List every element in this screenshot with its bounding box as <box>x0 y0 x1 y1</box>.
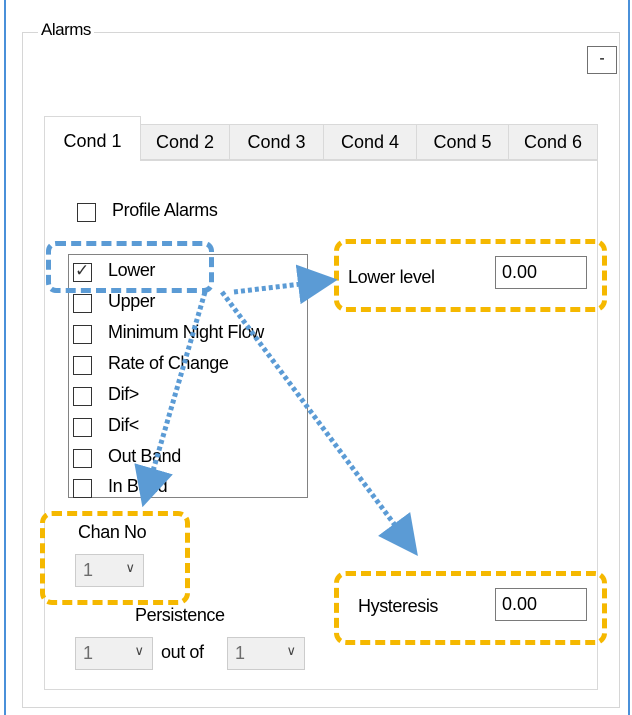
annotation-arrows <box>134 264 418 557</box>
arrow-to-hysteresis <box>219 290 418 557</box>
arrow-to-lower-level <box>233 264 338 305</box>
arrow-to-chan-no <box>134 291 208 508</box>
tab-cond-1[interactable]: Cond 1 <box>44 116 141 161</box>
